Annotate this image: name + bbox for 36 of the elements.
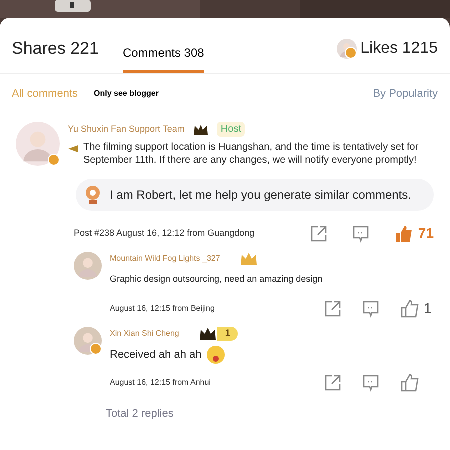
like-count: 71	[418, 224, 434, 243]
filter-tab[interactable]: All comments	[12, 86, 78, 102]
comment-icon[interactable]	[352, 224, 370, 242]
thumbs-up-icon[interactable]	[394, 224, 414, 244]
reply-meta: August 16, 12:15 from Anhui	[110, 377, 212, 389]
replies-total[interactable]: Total 2 replies	[106, 408, 174, 420]
post-meta: Post #238 August 16, 12:12 from Guangdong	[74, 226, 256, 240]
filter-tab[interactable]: Only see blogger	[94, 88, 159, 100]
comment-icon[interactable]	[362, 374, 380, 392]
reply-text: Graphic design outsourcing, need an amazing design	[110, 273, 323, 286]
author-name[interactable]: Yu Shuxin Fan Support Team	[68, 122, 185, 136]
reply-meta: August 16, 12:15 from Beijing	[110, 302, 216, 314]
share-icon[interactable]	[310, 224, 328, 242]
thumbs-up-icon[interactable]	[400, 373, 420, 393]
share-icon[interactable]	[324, 374, 342, 392]
author-name[interactable]: Xin Xian Shi Cheng	[110, 328, 180, 340]
robot-icon	[84, 185, 102, 205]
tab[interactable]: Comments 308	[122, 44, 204, 72]
likes-count[interactable]: Likes 1215	[360, 36, 438, 60]
thumbs-up-icon[interactable]	[400, 298, 420, 318]
crown-icon	[199, 327, 218, 341]
comment-icon[interactable]	[362, 300, 380, 318]
level-badge: 1	[217, 327, 238, 341]
verified-icon	[48, 154, 60, 166]
author-name[interactable]: Mountain Wild Fog Lights _327	[110, 253, 220, 265]
avatar-icon[interactable]	[16, 122, 60, 166]
crown-icon	[192, 124, 209, 136]
host-badge: Host	[216, 122, 246, 137]
post-text: The filming support location is Huangshan, and the time is tentatively set for September 11th. If there are any changes, we will notify everyone promptly!	[83, 141, 420, 167]
reply-text: Received ah ah ah	[110, 348, 202, 363]
sort-button[interactable]: By Popularity	[373, 86, 438, 102]
like-count: 1	[424, 299, 432, 318]
emoji-icon	[206, 345, 226, 365]
tab[interactable]: Shares 221	[12, 36, 99, 72]
share-icon[interactable]	[324, 300, 342, 318]
crown-icon	[240, 252, 258, 266]
